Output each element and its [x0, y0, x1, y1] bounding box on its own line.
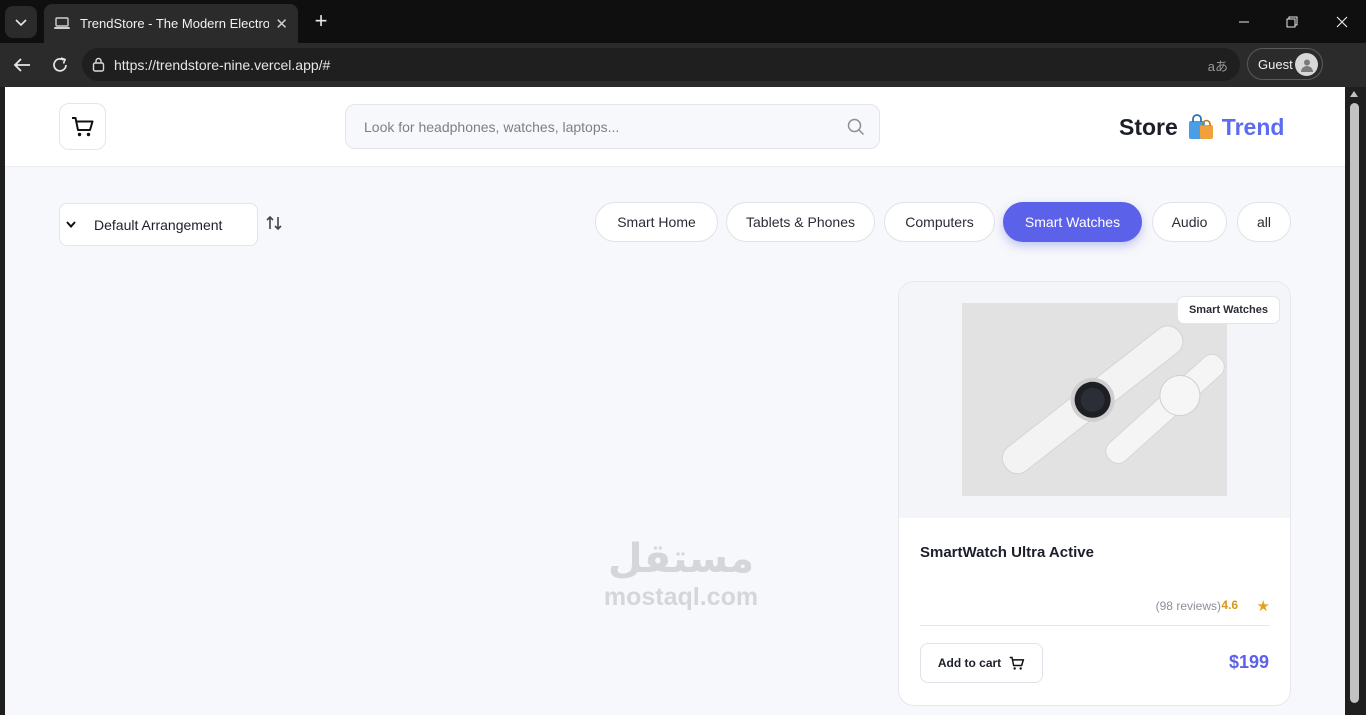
search-input[interactable] — [364, 118, 834, 135]
minimize-icon — [1239, 21, 1249, 22]
logo-store-text: Store — [1119, 113, 1178, 140]
shopping-cart-icon — [71, 116, 93, 136]
category-chip-audio[interactable]: Audio — [1152, 202, 1227, 242]
sort-select-value: Default Arrangement — [94, 216, 223, 233]
product-card[interactable]: Smart Watches SmartWatch Ultra Active (9… — [898, 281, 1291, 706]
rating-value: 4.6 — [1221, 598, 1238, 612]
product-media: Smart Watches — [899, 282, 1290, 518]
sort-select[interactable]: Default Arrangement — [59, 203, 258, 246]
restore-icon — [1286, 16, 1298, 27]
tab-title: TrendStore - The Modern Electronics — [80, 16, 270, 31]
browser-tab[interactable]: TrendStore - The Modern Electronics ✕ — [44, 4, 298, 43]
restore-button[interactable] — [1268, 0, 1316, 43]
chevron-down-icon — [15, 19, 27, 27]
site-logo[interactable]: Store Trend — [1119, 113, 1284, 141]
product-price: $199 — [1228, 652, 1269, 672]
page-scrollbar[interactable] — [1345, 87, 1366, 715]
product-name[interactable]: SmartWatch Ultra Active — [920, 544, 1094, 561]
page-viewport: Store Trend Default Arrangement Smart Ho… — [5, 87, 1345, 715]
category-chip-smart-watches[interactable]: Smart Watches — [1003, 202, 1142, 242]
chevron-down-icon — [64, 221, 78, 228]
scroll-up-icon[interactable] — [1350, 91, 1358, 97]
add-to-cart-button[interactable]: Add to cart — [920, 643, 1043, 683]
url-text: https://trendstore-nine.vercel.app/# — [114, 56, 331, 73]
watermark: مستقل mostaql.com — [596, 535, 766, 611]
profile-button[interactable]: Guest — [1247, 48, 1323, 80]
tab-search-button[interactable] — [5, 6, 37, 38]
add-to-cart-label: Add to cart — [937, 656, 1002, 670]
category-chip-tablets-phones[interactable]: Tablets & Phones — [726, 202, 875, 242]
category-badge: Smart Watches — [1176, 296, 1280, 324]
logo-trend-text: Trend — [1221, 113, 1285, 140]
profile-label: Guest — [1258, 56, 1293, 72]
category-chip-all[interactable]: all — [1237, 202, 1291, 242]
star-icon: ★ — [1256, 598, 1270, 615]
close-icon — [1336, 16, 1348, 27]
close-window-button[interactable] — [1318, 0, 1366, 43]
reload-button[interactable] — [48, 53, 72, 77]
new-tab-button[interactable]: + — [310, 10, 332, 32]
site-header: Store Trend — [5, 87, 1345, 167]
product-image — [962, 303, 1227, 496]
translate-icon[interactable]: aあ — [1208, 56, 1228, 75]
lock-icon — [92, 57, 105, 72]
tab-strip: TrendStore - The Modern Electronics ✕ + — [0, 0, 1366, 43]
cart-button[interactable] — [59, 103, 106, 150]
tab-close-icon[interactable]: ✕ — [275, 15, 288, 33]
laptop-icon — [54, 17, 70, 31]
watermark-arabic: مستقل — [607, 537, 755, 581]
card-divider — [920, 625, 1270, 626]
back-button[interactable] — [10, 53, 34, 77]
minimize-button[interactable] — [1220, 0, 1268, 43]
guest-avatar-icon — [1295, 53, 1318, 76]
search-bar — [345, 104, 880, 149]
review-count: (98 reviews) — [1155, 599, 1221, 613]
search-icon[interactable] — [847, 118, 865, 141]
url-field[interactable]: https://trendstore-nine.vercel.app/# aあ — [82, 48, 1240, 81]
scrollbar-thumb[interactable] — [1350, 103, 1359, 703]
category-chip-smart-home[interactable]: Smart Home — [595, 202, 718, 242]
shopping-bag-icon — [1188, 114, 1214, 140]
reload-icon — [53, 57, 67, 72]
arrow-left-icon — [13, 58, 30, 72]
shopping-cart-icon — [1009, 656, 1025, 670]
sort-order-icon[interactable] — [265, 214, 283, 237]
category-chip-computers[interactable]: Computers — [884, 202, 995, 242]
watermark-latin: mostaql.com — [603, 583, 759, 611]
address-bar-row: https://trendstore-nine.vercel.app/# aあ … — [0, 43, 1366, 116]
